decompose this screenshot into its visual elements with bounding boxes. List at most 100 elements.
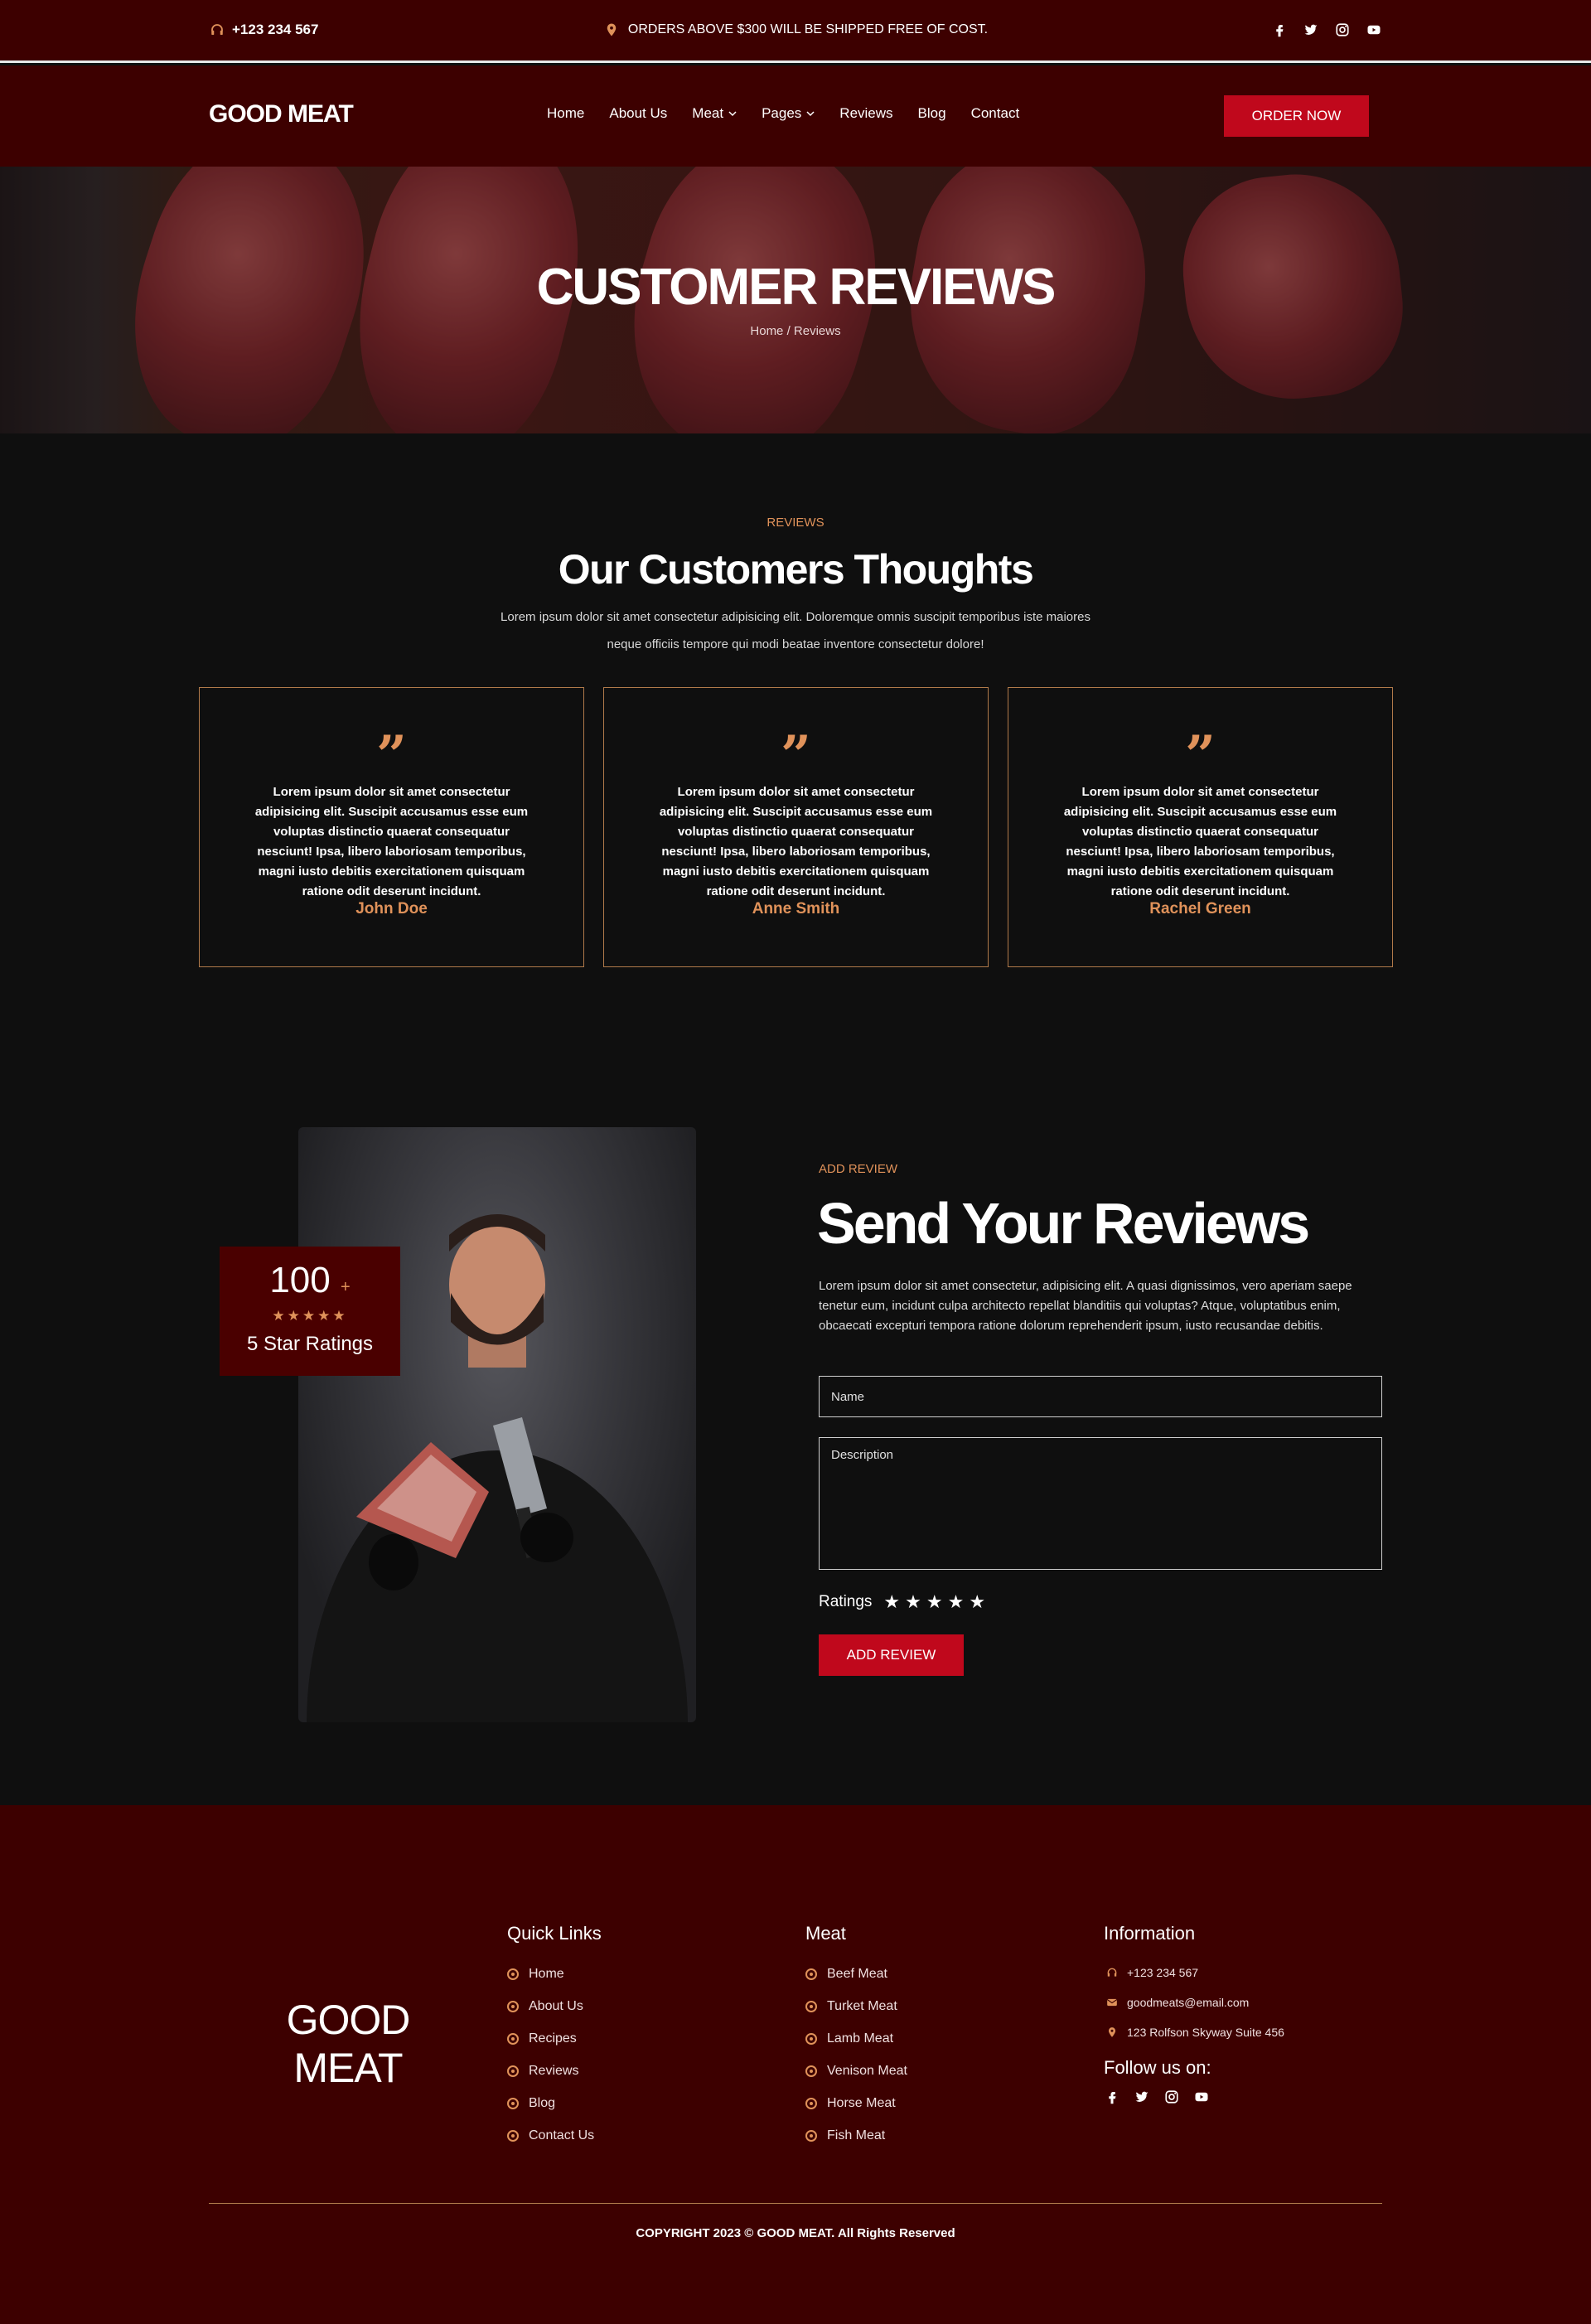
footer-column-title: Quick Links bbox=[507, 1923, 602, 1944]
review-card: ” Lorem ipsum dolor sit amet consectetur… bbox=[603, 687, 989, 967]
footer-information: Information +123 234 567 goodmeats@email… bbox=[1104, 1923, 1284, 2105]
quote-icon: ” bbox=[781, 724, 811, 787]
nav-item-label: Meat bbox=[692, 105, 724, 121]
footer-email[interactable]: goodmeats@email.com bbox=[1104, 1988, 1284, 2017]
bullet-icon bbox=[805, 2000, 817, 2012]
review-text: Lorem ipsum dolor sit amet consectetur a… bbox=[254, 785, 529, 898]
order-now-button[interactable]: ORDER NOW bbox=[1224, 95, 1369, 137]
bullet-icon bbox=[805, 2129, 817, 2142]
name-field[interactable] bbox=[819, 1376, 1382, 1417]
footer-divider bbox=[209, 2203, 1382, 2204]
add-review-heading: Send Your Reviews bbox=[817, 1191, 1310, 1256]
site-logo[interactable]: GOOD MEAT bbox=[209, 100, 354, 128]
footer-column-title: Information bbox=[1104, 1923, 1196, 1944]
nav-item-label: Reviews bbox=[839, 105, 893, 121]
instagram-icon[interactable] bbox=[1334, 22, 1351, 38]
follow-us-heading: Follow us on: bbox=[1104, 2057, 1211, 2078]
reviewer-name: Rachel Green bbox=[1149, 900, 1251, 917]
bullet-icon bbox=[507, 2065, 519, 2077]
reviews-subtitle: Lorem ipsum dolor sit amet consectetur a… bbox=[501, 610, 1090, 651]
footer-link[interactable]: Home bbox=[507, 1958, 602, 1990]
nav-item-blog[interactable]: Blog bbox=[918, 105, 946, 122]
footer-phone[interactable]: +123 234 567 bbox=[1104, 1958, 1284, 1988]
ratings-badge: 100 + ★★★★★ 5 Star Ratings bbox=[220, 1247, 400, 1376]
footer-logo[interactable]: GOOD MEAT bbox=[265, 1996, 431, 2092]
footer: GOOD MEAT Quick Links Home About Us Reci… bbox=[0, 1805, 1591, 2324]
footer-logo-line: MEAT bbox=[293, 2045, 403, 2091]
nav-item-label: Contact bbox=[970, 105, 1020, 121]
reviews-heading: Our Customers Thoughts bbox=[558, 546, 1034, 593]
footer-social bbox=[1104, 2089, 1284, 2105]
nav-item-contact[interactable]: Contact bbox=[971, 105, 1020, 122]
nav-item-pages[interactable]: Pages bbox=[762, 105, 815, 122]
nav-item-label: Home bbox=[547, 105, 585, 121]
bullet-icon bbox=[507, 1968, 519, 1980]
star-icon[interactable]: ★ bbox=[926, 1591, 943, 1613]
footer-link[interactable]: Turket Meat bbox=[805, 1990, 907, 2022]
chevron-down-icon bbox=[806, 105, 815, 122]
reviewer-name: John Doe bbox=[355, 900, 428, 917]
footer-link[interactable]: Contact Us bbox=[507, 2119, 602, 2152]
youtube-icon[interactable] bbox=[1366, 22, 1382, 38]
footer-link-label: Recipes bbox=[529, 2031, 577, 2046]
footer-logo-line: GOOD bbox=[286, 1997, 411, 2043]
footer-address: 123 Rolfson Skyway Suite 456 bbox=[1104, 2017, 1284, 2047]
quote-icon: ” bbox=[376, 724, 407, 787]
footer-phone-text: +123 234 567 bbox=[1127, 1966, 1199, 1979]
nav-item-label: About Us bbox=[609, 105, 668, 121]
youtube-icon[interactable] bbox=[1193, 2089, 1210, 2105]
footer-link[interactable]: Recipes bbox=[507, 2022, 602, 2055]
footer-link[interactable]: Blog bbox=[507, 2087, 602, 2119]
facebook-icon[interactable] bbox=[1104, 2089, 1120, 2105]
top-bar: +123 234 567 ORDERS ABOVE $300 WILL BE S… bbox=[0, 0, 1591, 63]
footer-link-label: Contact Us bbox=[529, 2128, 595, 2142]
footer-column-title: Meat bbox=[805, 1923, 846, 1944]
star-icon[interactable]: ★ bbox=[969, 1591, 985, 1613]
footer-meat-links: Meat Beef Meat Turket Meat Lamb Meat Ven… bbox=[805, 1923, 907, 2152]
nav-item-meat[interactable]: Meat bbox=[692, 105, 737, 122]
footer-link-label: About Us bbox=[529, 1998, 583, 2013]
description-field[interactable] bbox=[819, 1437, 1382, 1570]
star-icon[interactable]: ★ bbox=[905, 1591, 921, 1613]
footer-link[interactable]: Horse Meat bbox=[805, 2087, 907, 2119]
nav-item-home[interactable]: Home bbox=[547, 105, 584, 122]
footer-link-label: Horse Meat bbox=[827, 2095, 896, 2110]
footer-link[interactable]: Venison Meat bbox=[805, 2055, 907, 2087]
nav-menu: Home About Us Meat Pages Reviews Blog Co… bbox=[547, 105, 1019, 122]
add-review-button[interactable]: ADD REVIEW bbox=[819, 1634, 964, 1676]
footer-link-label: Turket Meat bbox=[827, 1998, 897, 2013]
instagram-icon[interactable] bbox=[1163, 2089, 1180, 2105]
review-card: ” Lorem ipsum dolor sit amet consectetur… bbox=[199, 687, 584, 967]
add-review-text: Lorem ipsum dolor sit amet consectetur, … bbox=[819, 1279, 1352, 1333]
footer-link-label: Blog bbox=[529, 2095, 556, 2110]
star-icon[interactable]: ★ bbox=[948, 1591, 965, 1613]
footer-link-label: Lamb Meat bbox=[827, 2031, 894, 2046]
footer-link[interactable]: Fish Meat bbox=[805, 2119, 907, 2152]
bullet-icon bbox=[805, 2032, 817, 2045]
review-card: ” Lorem ipsum dolor sit amet consectetur… bbox=[1008, 687, 1393, 967]
bullet-icon bbox=[507, 2129, 519, 2142]
facebook-icon[interactable] bbox=[1271, 22, 1288, 38]
footer-quick-links: Quick Links Home About Us Recipes Review… bbox=[507, 1923, 602, 2152]
shipping-notice-text: ORDERS ABOVE $300 WILL BE SHIPPED FREE O… bbox=[627, 22, 989, 36]
footer-link-label: Home bbox=[529, 1966, 564, 1981]
footer-link-label: Venison Meat bbox=[827, 2063, 907, 2078]
bullet-icon bbox=[805, 2097, 817, 2109]
star-icon[interactable]: ★ bbox=[883, 1591, 900, 1613]
breadcrumb[interactable]: Home / Reviews bbox=[0, 324, 1591, 338]
nav-item-about[interactable]: About Us bbox=[609, 105, 667, 122]
envelope-icon bbox=[1104, 1994, 1120, 2011]
footer-link[interactable]: Reviews bbox=[507, 2055, 602, 2087]
footer-link[interactable]: Lamb Meat bbox=[805, 2022, 907, 2055]
twitter-icon[interactable] bbox=[1134, 2089, 1150, 2105]
bullet-icon bbox=[805, 2065, 817, 2077]
ratings-count: 100 + bbox=[220, 1260, 400, 1301]
bullet-icon bbox=[507, 2032, 519, 2045]
chevron-down-icon bbox=[728, 105, 737, 122]
ratings-label: 5 Star Ratings bbox=[246, 1333, 374, 1355]
footer-link[interactable]: About Us bbox=[507, 1990, 602, 2022]
footer-link[interactable]: Beef Meat bbox=[805, 1958, 907, 1990]
nav-item-reviews[interactable]: Reviews bbox=[839, 105, 892, 122]
twitter-icon[interactable] bbox=[1303, 22, 1319, 38]
review-text: Lorem ipsum dolor sit amet consectetur a… bbox=[1063, 785, 1337, 898]
